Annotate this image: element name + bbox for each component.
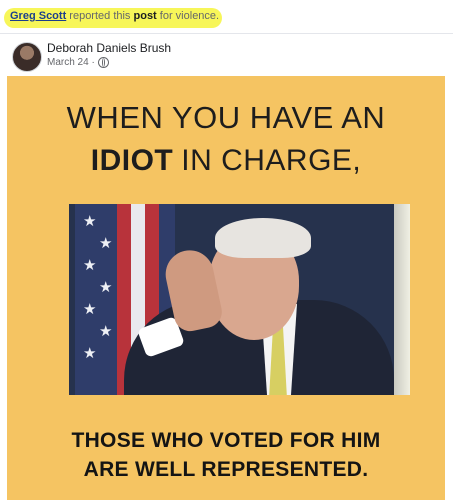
reporter-link[interactable]: Greg Scott	[10, 10, 66, 22]
star-icon: ★	[99, 323, 113, 340]
post-header: Deborah Daniels Brush March 24 ·	[0, 34, 453, 76]
star-icon: ★	[83, 301, 97, 318]
post-word: post	[133, 10, 157, 22]
report-notice: Greg Scott reported this post for violen…	[10, 10, 219, 22]
star-icon: ★	[99, 279, 113, 296]
meme-line-2-rest: IN CHARGE,	[181, 144, 362, 177]
hair-graphic	[215, 218, 311, 258]
curtain-graphic	[394, 204, 410, 395]
avatar[interactable]	[12, 42, 42, 72]
meme-line-2-bold: IDIOT	[90, 144, 174, 177]
meme-caption: THOSE WHO VOTED FOR HIM ARE WELL REPRESE…	[7, 426, 445, 484]
post-date[interactable]: March 24 ·	[47, 57, 95, 68]
meme-line-4: ARE WELL REPRESENTED.	[83, 458, 369, 481]
meme-image[interactable]: WHEN YOU HAVE AN IDIOT IN CHARGE, ★ ★ ★ ★…	[7, 76, 445, 500]
meme-line-3: THOSE WHO VOTED FOR HIM	[71, 429, 381, 452]
post-author[interactable]: Deborah Daniels Brush	[47, 41, 171, 55]
meme-line-2: IDIOT IN CHARGE,	[7, 144, 445, 178]
star-icon: ★	[83, 345, 97, 362]
report-notice-bar: Greg Scott reported this post for violen…	[0, 0, 453, 34]
meme-line-1: WHEN YOU HAVE AN	[66, 100, 386, 135]
report-text-1: reported this	[66, 10, 134, 22]
star-icon: ★	[83, 213, 97, 230]
report-text-2: for violence.	[156, 10, 220, 22]
post-meta: March 24 ·	[47, 57, 109, 68]
star-icon: ★	[99, 235, 113, 252]
star-icon: ★	[83, 257, 97, 274]
globe-icon	[97, 57, 109, 68]
meme-photo: ★ ★ ★ ★ ★ ★ ★	[69, 204, 410, 395]
